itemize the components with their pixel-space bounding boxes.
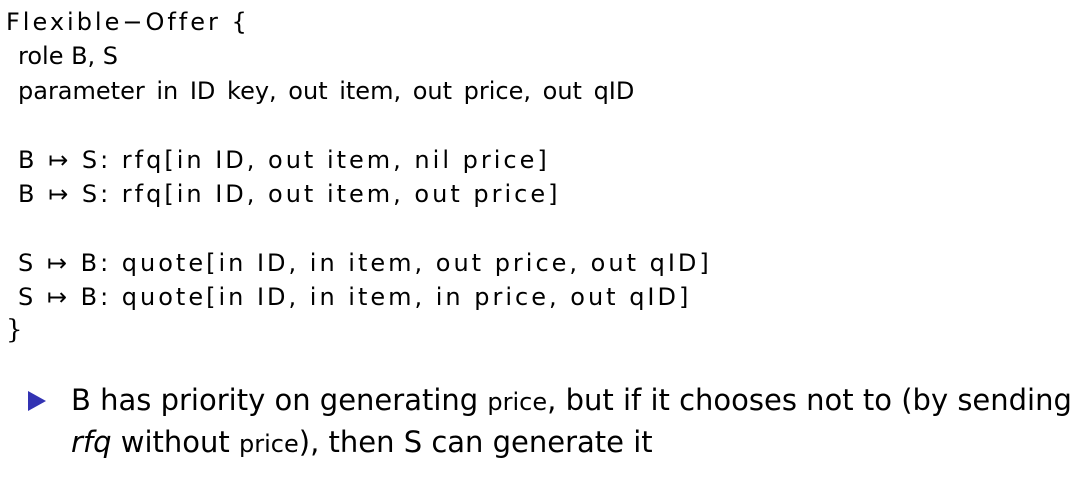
closing-brace: } [6, 315, 23, 345]
price-term: price [487, 388, 548, 416]
bullet-text-part: without [111, 425, 240, 459]
parameter-declaration: parameter in ID key, out item, out price… [18, 77, 635, 105]
bullet-triangle-icon [28, 391, 46, 411]
bullet-text-part: B has priority on generating [71, 383, 488, 417]
bullet-text-part: ), then S can generate it [298, 425, 653, 459]
quote-message-out-price: S ↦ B: quote[in ID, in item, out price, … [18, 249, 712, 277]
bullet-text-part: , but if it chooses not to (by sending [547, 383, 1070, 417]
price-term: price [239, 430, 299, 458]
quote-message-in-price: S ↦ B: quote[in ID, in item, in price, o… [18, 283, 692, 311]
rfq-term: rfq [71, 425, 112, 459]
bullet-text: B has priority on generating price, but … [71, 380, 1070, 464]
protocol-header: Flexible−Offer { [6, 8, 250, 36]
rfq-message-out-price: B ↦ S: rfq[in ID, out item, out price] [18, 180, 561, 208]
role-declaration: role B, S [18, 42, 119, 70]
rfq-message-nil-price: B ↦ S: rfq[in ID, out item, nil price] [18, 146, 550, 174]
